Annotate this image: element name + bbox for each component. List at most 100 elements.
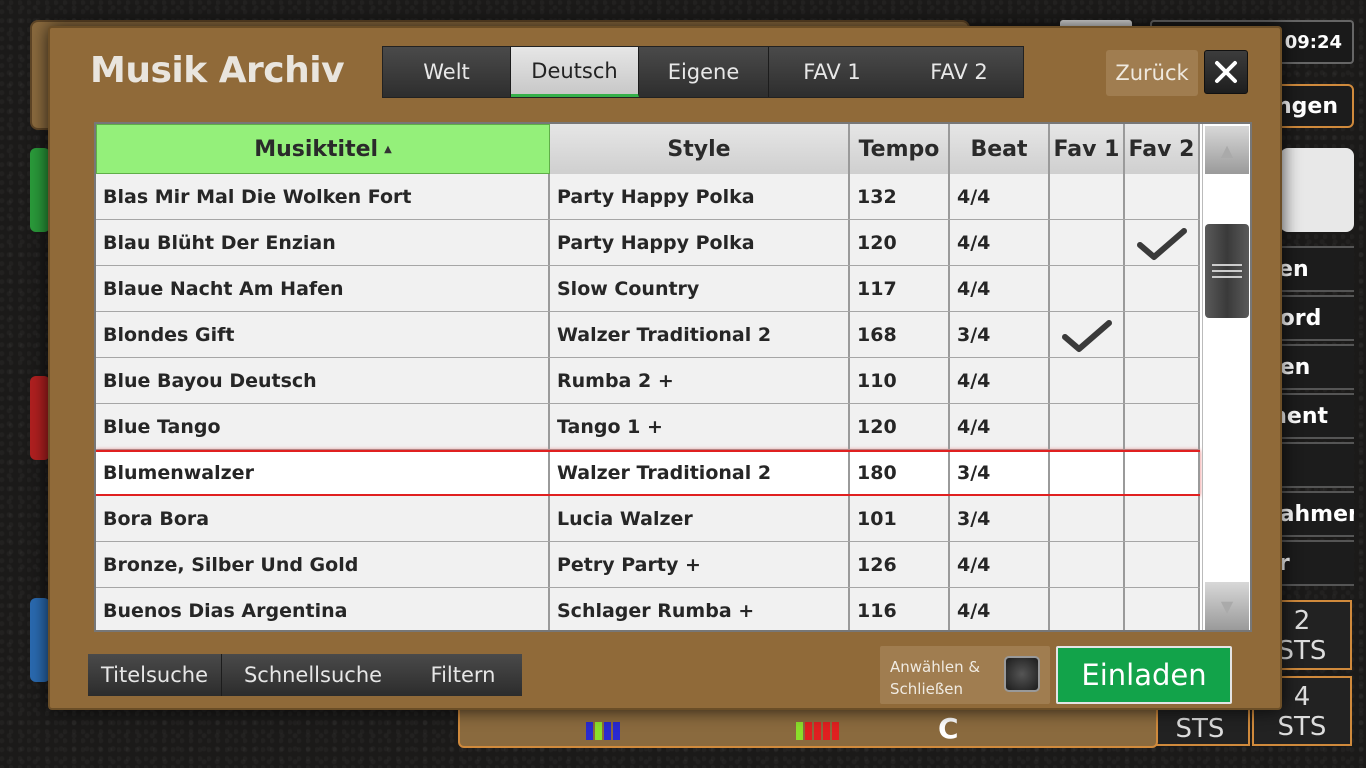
tempo-cell: 110 xyxy=(850,358,950,403)
table-row[interactable]: Bronze, Silber Und Gold Petry Party +126 4… xyxy=(96,542,1200,588)
fav1-cell[interactable] xyxy=(1050,588,1125,630)
close-button[interactable] xyxy=(1204,50,1248,94)
fav2-cell[interactable] xyxy=(1125,452,1200,494)
tempo-cell: 126 xyxy=(850,542,950,587)
filter-button[interactable]: Filtern xyxy=(404,654,522,696)
table-row[interactable]: Blas Mir Mal Die Wolken Fort Party Happy … xyxy=(96,174,1200,220)
title-cell: Blaue Nacht Am Hafen xyxy=(96,266,550,311)
beat-cell: 4/4 xyxy=(950,542,1050,587)
fav2-cell[interactable] xyxy=(1125,496,1200,541)
fav2-cell[interactable] xyxy=(1125,358,1200,403)
table-row[interactable]: Blue Tango Tango 1 +120 4/4 xyxy=(96,404,1200,450)
scroll-thumb[interactable] xyxy=(1205,224,1249,318)
background-tab-red xyxy=(30,376,50,460)
table-row[interactable]: Blondes Gift Walzer Traditional 2 168 3/4 xyxy=(96,312,1200,358)
fav1-cell[interactable] xyxy=(1050,496,1125,541)
table-row[interactable]: Blue Bayou Deutsch Rumba 2 +110 4/4 xyxy=(96,358,1200,404)
key-indicator: C xyxy=(938,712,959,745)
title-cell: Blumenwalzer xyxy=(96,452,550,494)
beat-cell: 4/4 xyxy=(950,358,1050,403)
table-row[interactable]: Blau Blüht Der Enzian Party Happy Polka 12… xyxy=(96,220,1200,266)
fav1-cell[interactable] xyxy=(1050,266,1125,311)
select-and-close-option[interactable]: Anwählen & Schließen xyxy=(880,646,1050,704)
back-button[interactable]: Zurück xyxy=(1106,50,1198,96)
table-row[interactable]: Buenos Dias Argentina Schlager Rumba +116… xyxy=(96,588,1200,630)
tempo-cell: 116 xyxy=(850,588,950,630)
music-table: Musiktitel ▲ Style Tempo Beat Fav 1 Fav … xyxy=(94,122,1252,632)
fav1-cell[interactable] xyxy=(1050,452,1125,494)
style-cell: Tango 1 + xyxy=(550,404,850,449)
tempo-cell: 120 xyxy=(850,220,950,265)
fav2-cell[interactable] xyxy=(1125,174,1200,219)
tab-welt[interactable]: Welt xyxy=(383,47,511,97)
fav1-cell[interactable] xyxy=(1050,542,1125,587)
style-cell: Rumba 2 + xyxy=(550,358,850,403)
background-tab-green xyxy=(30,148,50,232)
style-cell: Lucia Walzer xyxy=(550,496,850,541)
tab-fav2[interactable]: FAV 2 xyxy=(895,47,1023,97)
fav1-cell[interactable] xyxy=(1050,220,1125,265)
title-cell: Bronze, Silber Und Gold xyxy=(96,542,550,587)
fav1-cell[interactable] xyxy=(1050,174,1125,219)
select-and-close-label-line2: Schließen xyxy=(890,680,964,698)
select-and-close-label-line1: Anwählen & xyxy=(890,658,981,676)
style-cell: Party Happy Polka xyxy=(550,220,850,265)
column-header-fav2[interactable]: Fav 2 xyxy=(1125,124,1200,174)
select-and-close-checkbox[interactable] xyxy=(1004,656,1040,692)
fav2-cell[interactable] xyxy=(1125,542,1200,587)
quick-search-button[interactable]: Schnellsuche xyxy=(222,654,404,696)
table-row[interactable]: Blumenwalzer Walzer Traditional 2 180 3/4 xyxy=(96,450,1200,496)
fav2-cell[interactable] xyxy=(1125,588,1200,630)
background-white-panel xyxy=(1280,148,1354,232)
column-header-tempo[interactable]: Tempo xyxy=(850,124,950,174)
title-cell: Blas Mir Mal Die Wolken Fort xyxy=(96,174,550,219)
style-cell: Petry Party + xyxy=(550,542,850,587)
background-button-label: ngen xyxy=(1276,93,1338,119)
arrow-down-icon: ▼ xyxy=(1220,596,1234,616)
style-cell: Walzer Traditional 2 xyxy=(550,452,850,494)
load-button[interactable]: Einladen xyxy=(1056,646,1232,704)
fav1-cell[interactable] xyxy=(1050,358,1125,403)
beat-cell: 4/4 xyxy=(950,220,1050,265)
fav1-cell[interactable] xyxy=(1050,404,1125,449)
title-cell: Blondes Gift xyxy=(96,312,550,357)
scroll-down-button[interactable]: ▼ xyxy=(1205,582,1249,630)
title-cell: Buenos Dias Argentina xyxy=(96,588,550,630)
select-and-close-label: Anwählen & Schließen xyxy=(890,656,980,700)
mini-level-bar-2 xyxy=(796,722,839,742)
clock-text: 09:24 xyxy=(1284,31,1342,53)
column-header-title[interactable]: Musiktitel ▲ xyxy=(96,124,550,174)
beat-cell: 3/4 xyxy=(950,496,1050,541)
title-cell: Blue Tango xyxy=(96,404,550,449)
column-header-fav1[interactable]: Fav 1 xyxy=(1050,124,1125,174)
fav1-cell[interactable] xyxy=(1050,312,1125,357)
title-cell: Bora Bora xyxy=(96,496,550,541)
style-cell: Slow Country xyxy=(550,266,850,311)
arrow-up-icon: ▲ xyxy=(1220,140,1234,160)
dialog-title: Musik Archiv xyxy=(90,50,345,91)
beat-cell: 4/4 xyxy=(950,404,1050,449)
tempo-cell: 117 xyxy=(850,266,950,311)
table-row[interactable]: Bora Bora Lucia Walzer 101 3/4 xyxy=(96,496,1200,542)
column-header-beat[interactable]: Beat xyxy=(950,124,1050,174)
column-header-style[interactable]: Style xyxy=(550,124,850,174)
tab-deutsch[interactable]: Deutsch xyxy=(511,47,639,97)
scroll-up-button[interactable]: ▲ xyxy=(1205,126,1249,174)
fav2-cell[interactable] xyxy=(1125,266,1200,311)
tab-fav1[interactable]: FAV 1 xyxy=(769,47,895,97)
close-icon xyxy=(1215,61,1237,83)
style-cell: Walzer Traditional 2 xyxy=(550,312,850,357)
background-tab-blue xyxy=(30,598,50,682)
table-body: Blas Mir Mal Die Wolken Fort Party Happy … xyxy=(96,174,1200,630)
beat-cell: 4/4 xyxy=(950,266,1050,311)
fav2-cell[interactable] xyxy=(1125,404,1200,449)
tab-eigene[interactable]: Eigene xyxy=(639,47,769,97)
table-row[interactable]: Blaue Nacht Am Hafen Slow Country 117 4/4 xyxy=(96,266,1200,312)
table-header: Musiktitel ▲ Style Tempo Beat Fav 1 Fav … xyxy=(96,124,1200,174)
mini-level-bar-1 xyxy=(586,722,620,742)
sts-label: STS xyxy=(1175,714,1225,744)
fav2-cell[interactable] xyxy=(1125,312,1200,357)
title-search-button[interactable]: Titelsuche xyxy=(88,654,222,696)
fav2-cell[interactable] xyxy=(1125,220,1200,265)
table-scrollbar[interactable]: ▲ ▼ xyxy=(1202,124,1250,630)
